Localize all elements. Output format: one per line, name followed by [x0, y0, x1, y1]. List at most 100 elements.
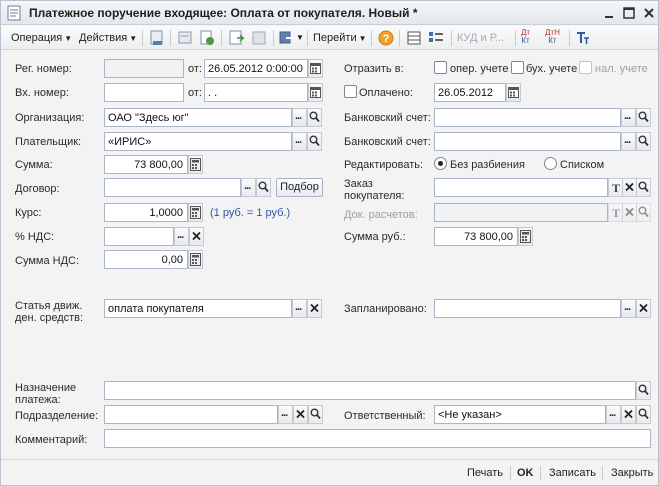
close-button[interactable]: Закрыть — [611, 465, 653, 481]
clear-button[interactable] — [622, 203, 637, 222]
contract-select-button[interactable]: Подбор — [276, 178, 323, 197]
purpose-field[interactable] — [104, 381, 636, 400]
maximize-icon[interactable] — [621, 5, 637, 21]
ellipsis-icon: ... — [295, 110, 302, 122]
calendar-button[interactable] — [506, 83, 521, 102]
reg-date-field[interactable]: 26.05.2012 0:00:00 — [204, 59, 308, 78]
bank-account2-field[interactable] — [434, 132, 621, 151]
open-button[interactable] — [636, 381, 651, 400]
select-button[interactable]: ... — [621, 299, 636, 318]
select-button[interactable]: ... — [606, 405, 621, 424]
operation-menu[interactable]: Операция ▼ — [11, 28, 72, 48]
type-button[interactable]: T — [608, 178, 623, 197]
paid-date-field[interactable]: 26.05.2012 — [434, 83, 506, 102]
exchange-dropdown[interactable]: ▼ — [296, 28, 304, 48]
select-button[interactable]: ... — [241, 178, 256, 197]
dt-kt-button[interactable]: Дт Кт — [521, 29, 530, 49]
in-number-field[interactable] — [104, 83, 184, 102]
dtn-kt-button[interactable]: ДтН Кт — [545, 29, 560, 49]
paid-checkbox[interactable] — [344, 85, 357, 98]
kudir-button[interactable]: КУД и Р... — [457, 28, 504, 48]
reg-number-field[interactable] — [104, 59, 184, 78]
payer-field[interactable]: «ИРИС» — [104, 132, 292, 151]
select-button[interactable]: ... — [621, 132, 636, 151]
vat-amount-field[interactable]: 0,00 — [104, 250, 188, 269]
clear-button[interactable] — [307, 299, 322, 318]
responsible-field[interactable]: <Не указан> — [434, 405, 606, 424]
calculator-button[interactable] — [518, 227, 533, 246]
refresh-icon[interactable] — [198, 29, 216, 47]
select-button[interactable]: ... — [174, 227, 189, 246]
magnifier-icon — [638, 408, 649, 420]
clear-button[interactable] — [189, 227, 204, 246]
open-button[interactable] — [636, 405, 651, 424]
in-date-field[interactable]: . . — [204, 83, 308, 102]
clear-icon — [192, 231, 201, 241]
close-icon[interactable] — [641, 5, 657, 21]
goto-menu[interactable]: Перейти ▼ — [313, 28, 367, 48]
open-button[interactable] — [636, 203, 651, 222]
t-icon: T — [612, 206, 621, 220]
select-button[interactable]: ... — [278, 405, 293, 424]
rate-field[interactable]: 1,0000 — [104, 203, 188, 222]
clear-button[interactable] — [621, 405, 636, 424]
cash-flow-field[interactable]: оплата покупателя — [104, 299, 292, 318]
help-icon[interactable]: ? — [377, 29, 395, 47]
select-button[interactable]: ... — [292, 132, 307, 151]
open-button[interactable] — [636, 108, 651, 127]
save-button[interactable]: Записать — [549, 465, 596, 481]
comment-field[interactable] — [104, 429, 651, 448]
department-field[interactable] — [104, 405, 278, 424]
calendar-button[interactable] — [308, 83, 323, 102]
calculator-button[interactable] — [188, 155, 203, 174]
planned-field[interactable] — [434, 299, 621, 318]
amount-rub-label: Сумма руб.: — [344, 231, 406, 243]
open-button[interactable] — [307, 108, 322, 127]
unpost-document-icon[interactable] — [176, 29, 194, 47]
clear-button[interactable] — [636, 299, 651, 318]
select-button[interactable]: ... — [292, 108, 307, 127]
settlement-doc-field[interactable] — [434, 203, 608, 222]
list-view-icon[interactable] — [405, 29, 423, 47]
toolbar: Операция ▼ Действия ▼ ▼ Перейти ▼ ? КУД … — [1, 26, 658, 50]
no-split-radio[interactable] — [434, 157, 447, 170]
open-button[interactable] — [636, 178, 651, 197]
buh-checkbox[interactable] — [511, 61, 524, 74]
amount-field[interactable]: 73 800,00 — [104, 155, 188, 174]
checklist-icon[interactable] — [427, 29, 445, 47]
create-based-on-icon[interactable] — [227, 29, 245, 47]
open-button[interactable] — [308, 405, 323, 424]
nal-checkbox[interactable] — [579, 61, 592, 74]
open-button[interactable] — [256, 178, 271, 197]
bank-account1-field[interactable] — [434, 108, 621, 127]
type-button[interactable]: T — [608, 203, 623, 222]
minimize-icon[interactable] — [601, 5, 617, 21]
clear-button[interactable] — [622, 178, 637, 197]
print-button[interactable]: Печать — [467, 465, 503, 481]
ellipsis-icon: ... — [609, 407, 616, 419]
oper-checkbox[interactable] — [434, 61, 447, 74]
calculator-icon — [190, 206, 201, 219]
calculator-button[interactable] — [188, 250, 203, 269]
customer-order-field[interactable] — [434, 178, 608, 197]
actions-menu[interactable]: Действия ▼ — [79, 28, 137, 48]
amount-rub-field[interactable]: 73 800,00 — [434, 227, 518, 246]
list-radio[interactable] — [544, 157, 557, 170]
select-button[interactable]: ... — [621, 108, 636, 127]
paid-label: Оплачено: — [359, 87, 413, 99]
select-button[interactable]: ... — [292, 299, 307, 318]
text-format-icon[interactable] — [574, 29, 592, 47]
organization-field[interactable]: ОАО "Здесь юг" — [104, 108, 292, 127]
vat-rate-field[interactable] — [104, 227, 174, 246]
clear-button[interactable] — [293, 405, 308, 424]
contract-field[interactable] — [104, 178, 241, 197]
post-document-icon[interactable] — [148, 29, 166, 47]
open-button[interactable] — [636, 132, 651, 151]
calendar-button[interactable] — [308, 59, 323, 78]
document-structure-icon[interactable] — [250, 29, 268, 47]
calculator-button[interactable] — [188, 203, 203, 222]
open-button[interactable] — [307, 132, 322, 151]
no-split-label: Без разбиения — [450, 159, 525, 171]
exchange-icon[interactable] — [278, 29, 296, 47]
ok-button[interactable]: OK — [517, 465, 534, 481]
